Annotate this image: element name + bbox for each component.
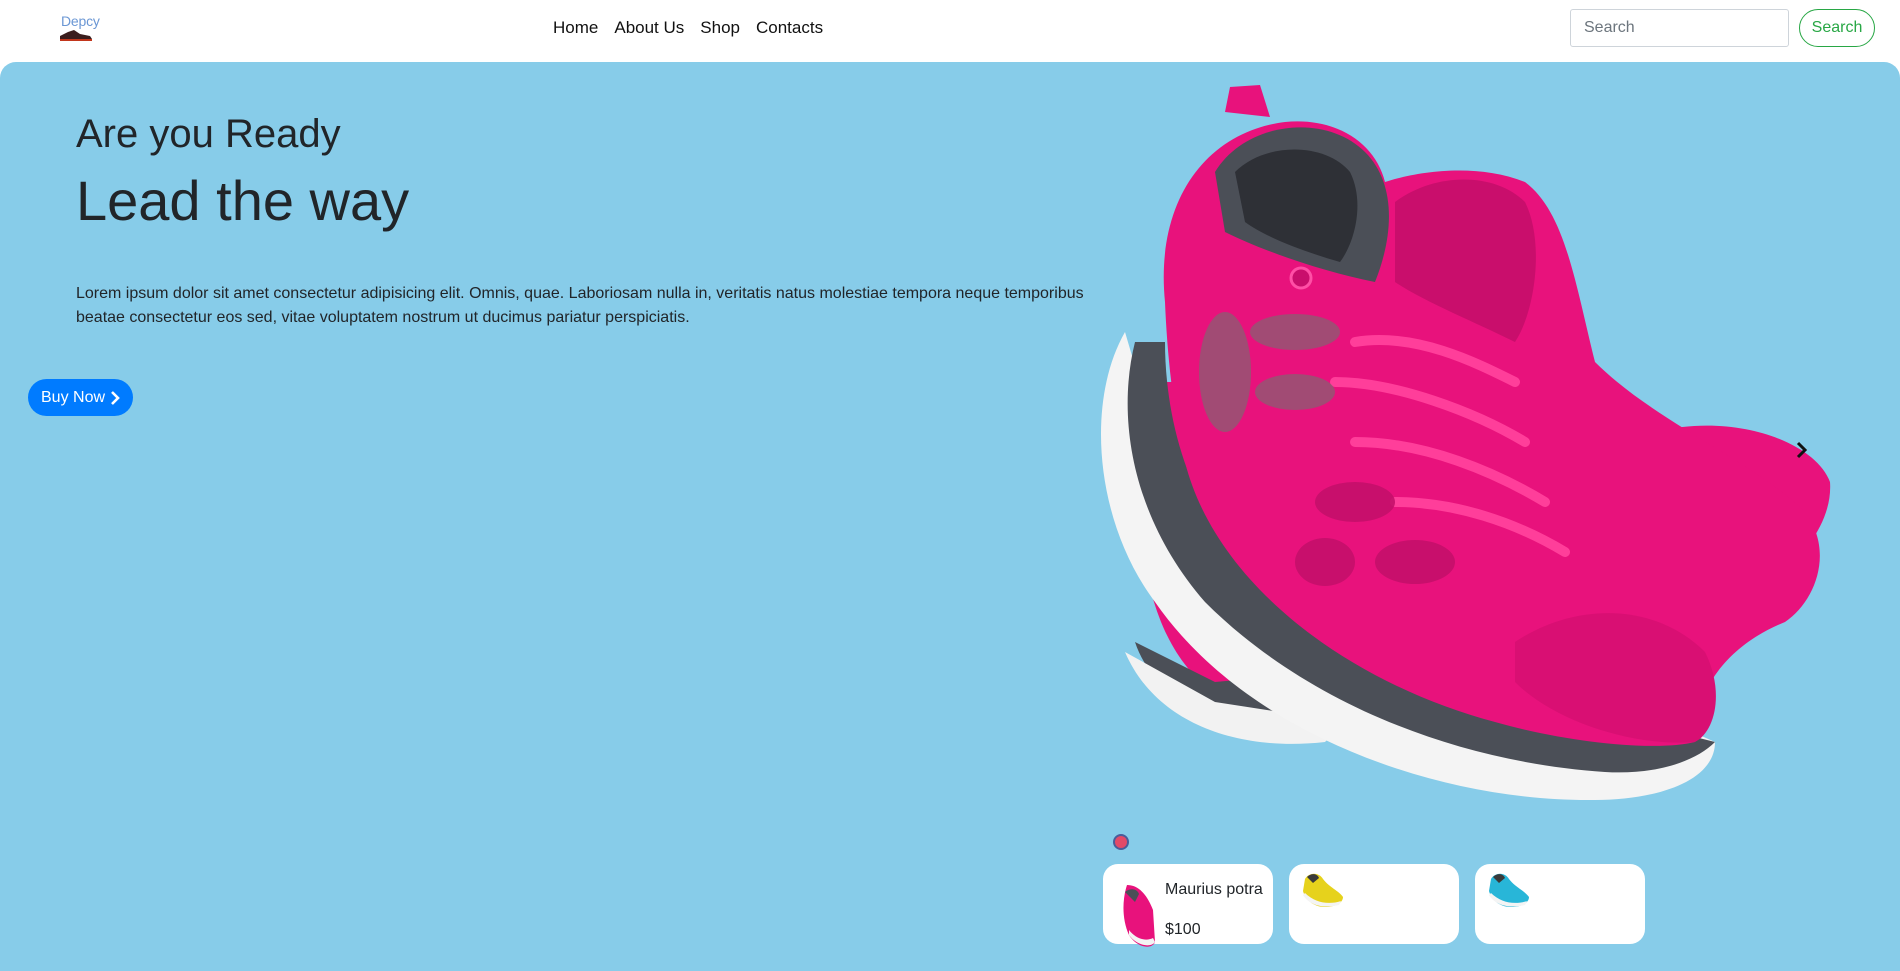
buy-now-label: Buy Now — [41, 388, 106, 406]
nav-about-us[interactable]: About Us — [606, 17, 692, 39]
pink-shoe-thumbnail — [1123, 885, 1155, 947]
hero-description: Lorem ipsum dolor sit amet consectetur a… — [76, 285, 1084, 326]
carousel-next-icon[interactable] — [1790, 438, 1814, 462]
product-price: $100 — [1165, 921, 1201, 938]
search-input[interactable] — [1570, 9, 1789, 47]
hero-subtitle: Are you Ready — [76, 112, 341, 156]
shoe-logo-icon — [60, 30, 92, 41]
chevron-right-icon — [111, 390, 120, 405]
buy-now-button[interactable]: Buy Now — [28, 379, 134, 416]
search-button[interactable]: Search — [1799, 9, 1875, 47]
product-card-3[interactable] — [1475, 864, 1645, 944]
pink-sneaker-image — [1101, 85, 1831, 801]
yellow-shoe-thumbnail — [1303, 873, 1343, 907]
product-card-2[interactable] — [1289, 864, 1459, 944]
product-card-1[interactable]: Maurius potra $100 — [1103, 864, 1273, 947]
hero-title: Lead the way — [76, 169, 410, 232]
carousel-indicator-dot[interactable] — [1113, 834, 1129, 850]
hero-section: Are you Ready Lead the way Lorem ipsum d… — [0, 62, 1900, 971]
navbar: Depcy Home About Us Shop Contacts Search — [0, 0, 1900, 62]
product-name: Maurius potra — [1165, 881, 1263, 898]
nav-contacts[interactable]: Contacts — [748, 17, 831, 39]
brand-name: Depcy — [61, 13, 100, 29]
brand-logo[interactable]: Depcy — [58, 13, 108, 45]
blue-shoe-thumbnail — [1489, 873, 1529, 907]
nav-shop[interactable]: Shop — [692, 17, 748, 39]
nav-home[interactable]: Home — [545, 17, 606, 39]
main-nav: Home About Us Shop Contacts — [545, 17, 831, 39]
